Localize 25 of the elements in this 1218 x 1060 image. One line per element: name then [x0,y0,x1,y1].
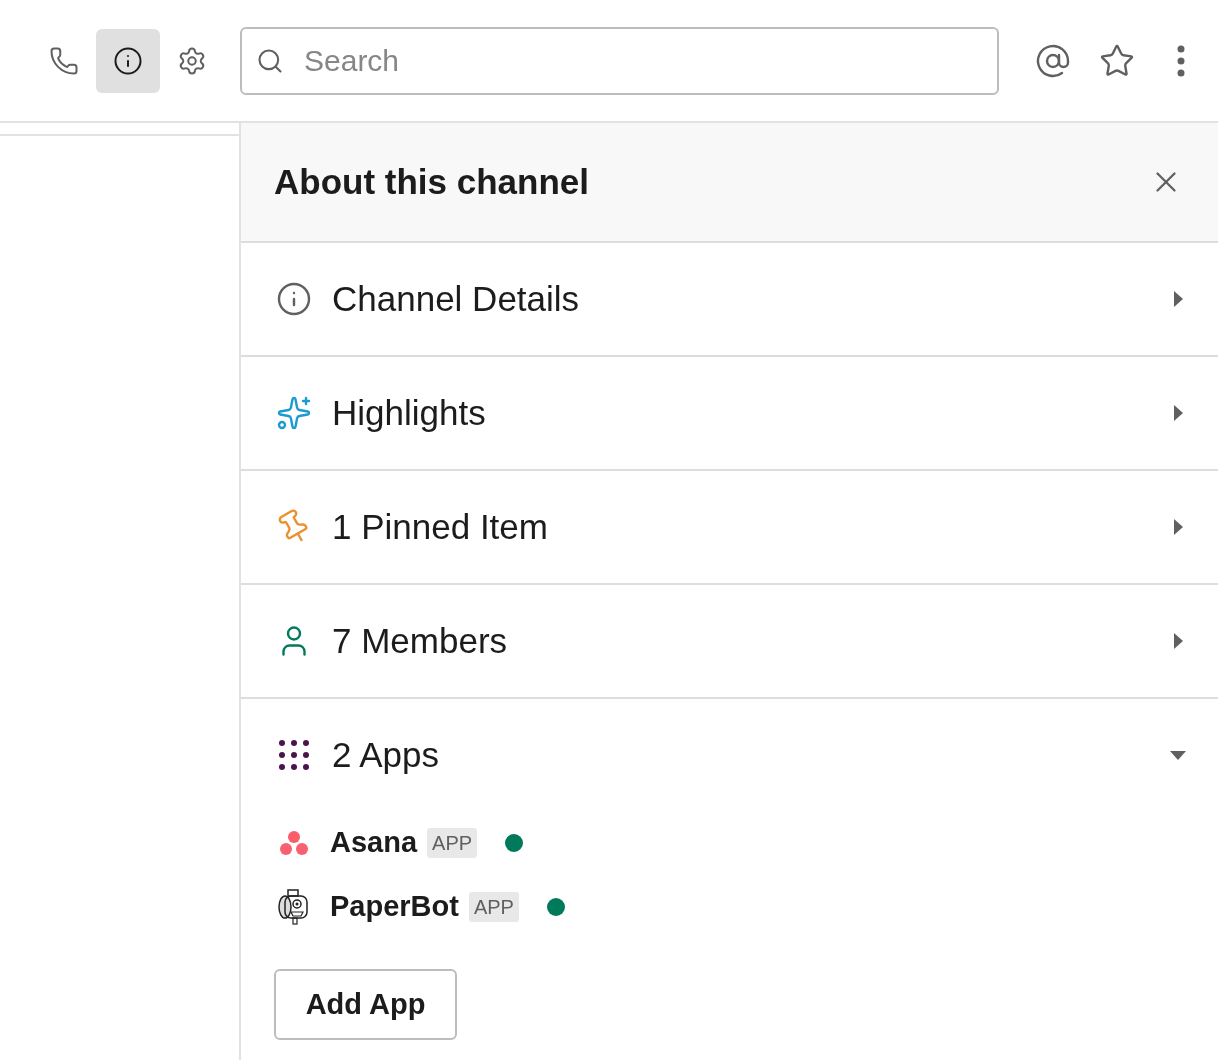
info-icon [276,281,312,317]
three-dots-logo-icon [279,830,309,856]
settings-icon [177,45,207,76]
section-row[interactable]: Highlights [241,357,1218,469]
star-icon [1099,42,1135,79]
search-field[interactable]: Search [240,26,999,95]
app-tag: APP [427,828,478,858]
robot-icon [277,888,311,926]
section-row[interactable]: 1 Pinned Item [241,471,1218,583]
panel-title: About this channel [274,160,589,203]
section-row[interactable]: 2 Apps [241,699,1218,811]
section-row[interactable]: Channel Details [241,243,1218,355]
app-name[interactable]: Asana [330,821,418,865]
search-icon [256,46,284,75]
app-name[interactable]: PaperBot [330,885,459,929]
sparkles-icon [276,395,312,431]
app-tag: APP [468,892,519,922]
section-row[interactable]: 7 Members [241,585,1218,697]
mention-icon [1035,42,1071,79]
toolbar-button[interactable] [96,28,160,93]
add-app-button[interactable]: Add App [274,969,457,1040]
more-icon [1177,44,1185,77]
phone-icon [49,45,79,76]
dots-grid-icon [277,738,311,772]
info-icon [113,45,143,76]
